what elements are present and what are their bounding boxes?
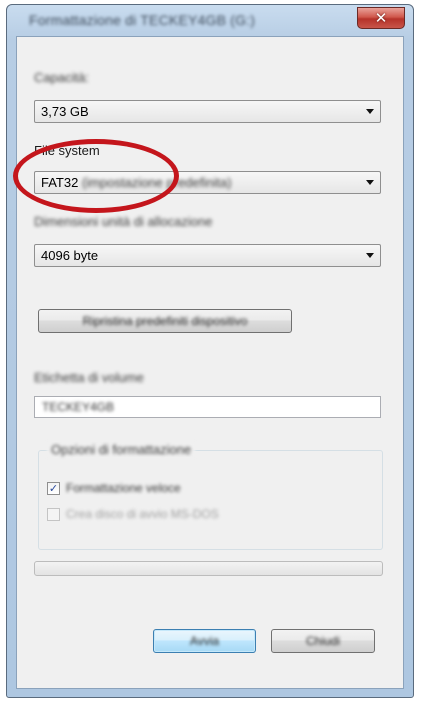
file-system-value-suffix: (impostazione predefinita) bbox=[81, 175, 232, 190]
close-dialog-label: Chiudi bbox=[305, 634, 341, 648]
close-button[interactable]: ✕ bbox=[357, 7, 405, 29]
checkmark-icon: ✓ bbox=[48, 481, 59, 495]
start-button[interactable]: Avvia bbox=[153, 629, 256, 653]
format-options-title: Opzioni di formattazione bbox=[47, 442, 196, 457]
ms-dos-disk-label: Crea disco di avvio MS-DOS bbox=[66, 507, 219, 521]
allocation-value: 4096 byte bbox=[41, 248, 99, 263]
format-options-group: Opzioni di formattazione ✓ Formattazione… bbox=[38, 442, 383, 550]
quick-format-label: Formattazione veloce bbox=[66, 481, 181, 495]
volume-label-value: TECKEY4GB bbox=[42, 400, 115, 414]
dialog-content: Capacità: 3,73 GB File system FAT32 (imp… bbox=[16, 36, 404, 689]
allocation-label: Dimensioni unità di allocazione bbox=[34, 214, 213, 229]
capacity-select[interactable]: 3,73 GB bbox=[34, 100, 381, 123]
quick-format-option[interactable]: ✓ Formattazione veloce bbox=[47, 481, 181, 495]
file-system-label: File system bbox=[34, 143, 100, 158]
ms-dos-disk-option: Crea disco di avvio MS-DOS bbox=[47, 507, 219, 521]
start-label: Avvia bbox=[189, 634, 220, 648]
file-system-value: FAT32 (impostazione predefinita) bbox=[41, 175, 232, 190]
ms-dos-disk-checkbox bbox=[47, 507, 60, 521]
capacity-label: Capacità: bbox=[34, 70, 89, 85]
close-dialog-button[interactable]: Chiudi bbox=[271, 629, 375, 653]
file-system-value-main: FAT32 bbox=[41, 175, 79, 190]
chevron-down-icon bbox=[366, 109, 374, 114]
format-dialog: Formattazione di TECKEY4GB (G:) ✕ Capaci… bbox=[6, 4, 414, 698]
title-bar[interactable]: Formattazione di TECKEY4GB (G:) ✕ bbox=[7, 5, 413, 35]
chevron-down-icon bbox=[366, 253, 374, 258]
close-icon: ✕ bbox=[374, 8, 388, 27]
restore-defaults-button[interactable]: Ripristina predefiniti dispositivo bbox=[38, 309, 292, 333]
format-progress-bar bbox=[34, 561, 383, 576]
volume-label-input[interactable]: TECKEY4GB bbox=[34, 396, 381, 418]
allocation-select[interactable]: 4096 byte bbox=[34, 244, 381, 267]
file-system-select[interactable]: FAT32 (impostazione predefinita) bbox=[34, 171, 381, 194]
chevron-down-icon bbox=[366, 180, 374, 185]
window-title: Formattazione di TECKEY4GB (G:) bbox=[29, 12, 256, 28]
volume-label: Etichetta di volume bbox=[34, 370, 144, 385]
restore-defaults-label: Ripristina predefiniti dispositivo bbox=[82, 314, 248, 328]
capacity-value: 3,73 GB bbox=[41, 104, 89, 119]
quick-format-checkbox[interactable]: ✓ bbox=[47, 481, 60, 495]
